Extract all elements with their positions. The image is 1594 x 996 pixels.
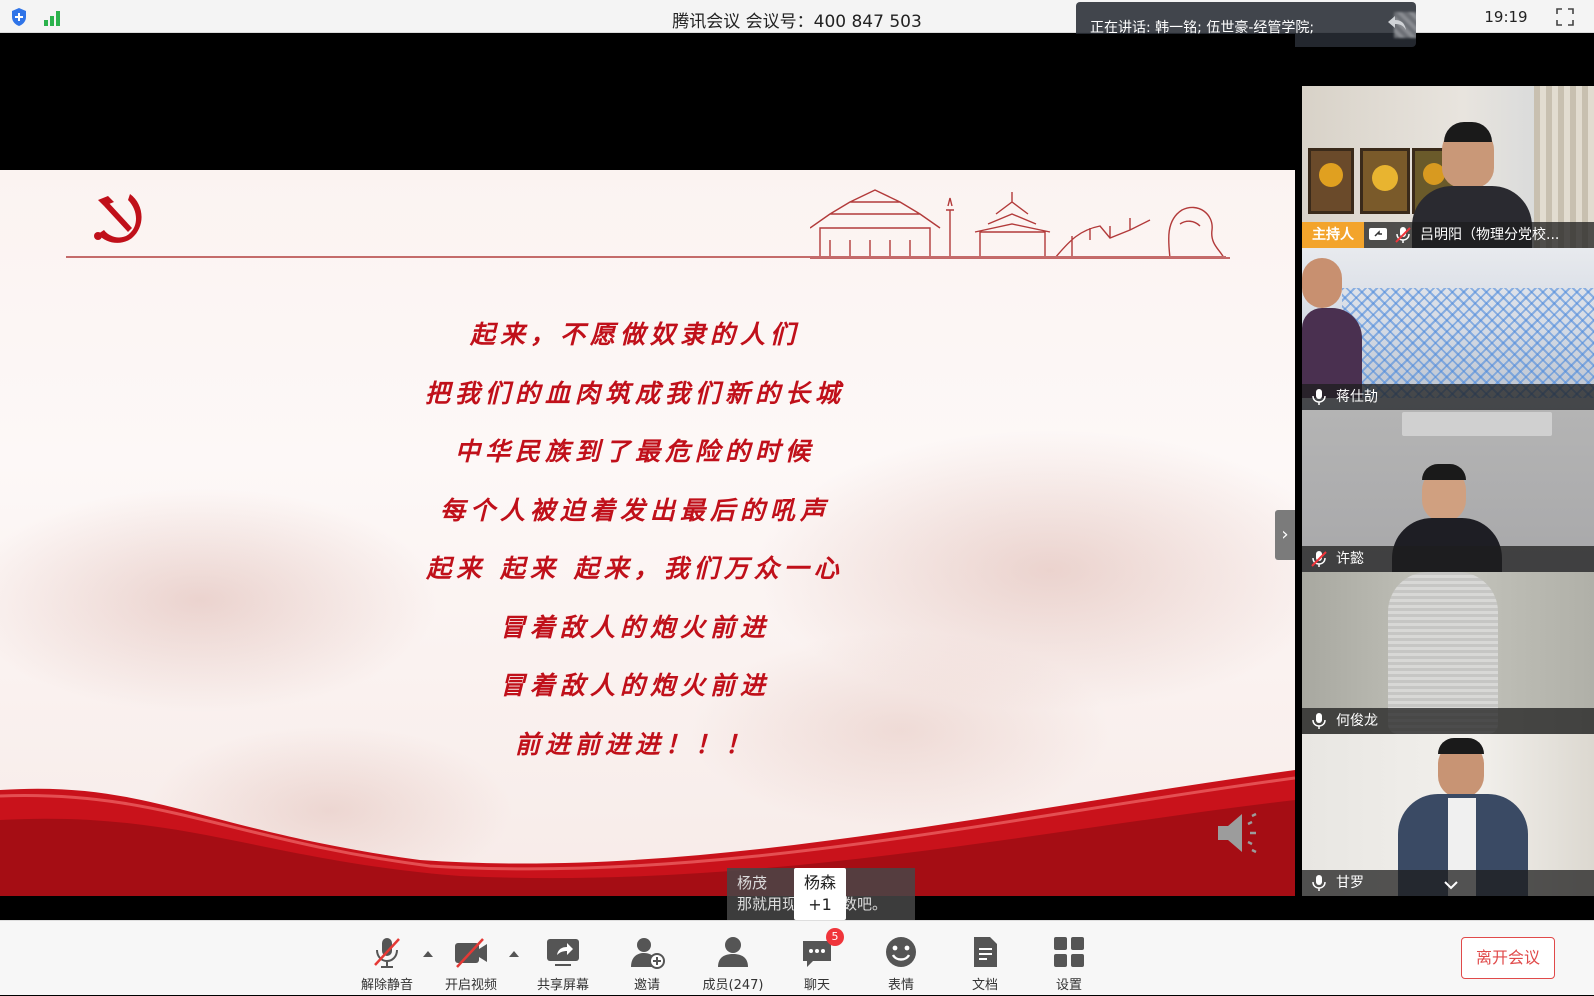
participant-hair xyxy=(1422,464,1466,480)
reply-icon[interactable] xyxy=(1385,12,1409,34)
lyric-line: 起来 起来 起来，我们万众一心 xyxy=(426,554,844,583)
landmarks-illustration xyxy=(810,189,1230,259)
lyric-line: 把我们的血肉筑成我们新的长城 xyxy=(424,378,845,408)
lyrics-block: 起来，不愿做奴隶的人们 把我们的血肉筑成我们新的长城 中华民族到了最危险的时候 … xyxy=(0,315,1270,783)
fullscreen-icon[interactable] xyxy=(1556,8,1574,26)
chat-button[interactable]: 5 聊天 xyxy=(782,921,852,996)
participant-name: 何俊龙 xyxy=(1336,713,1378,729)
settings-button[interactable]: 设置 xyxy=(1034,921,1104,996)
participant-name: 甘罗 xyxy=(1336,875,1364,891)
chat-label: 聊天 xyxy=(803,978,830,993)
lyric-line: 起来，不愿做奴隶的人们 xyxy=(469,320,800,349)
meeting-clock: 19:19 xyxy=(1484,8,1528,26)
chevron-down-icon[interactable] xyxy=(1442,876,1460,894)
lyric-line: 每个人被迫着发出最后的吼声 xyxy=(439,495,830,525)
unmute-button[interactable]: 解除静音 xyxy=(352,921,422,996)
red-ribbon-decoration xyxy=(0,770,1295,896)
caret-up-icon[interactable] xyxy=(508,949,520,959)
chat-bubble-name: 杨森 xyxy=(803,873,836,892)
start-video-button[interactable]: 开启视频 xyxy=(436,921,506,996)
video-tile[interactable]: 甘罗 xyxy=(1302,734,1594,896)
participant-name: 许懿 xyxy=(1336,551,1364,567)
members-label: 成员(247) xyxy=(702,978,764,993)
host-badge: 主持人 xyxy=(1302,222,1364,248)
chat-bubble-count: +1 xyxy=(808,895,832,914)
video-tile[interactable]: 主持人 吕明阳（物理分党校... xyxy=(1302,86,1594,248)
invite-user-icon xyxy=(631,938,665,969)
reactions-button[interactable]: 表情 xyxy=(866,921,936,996)
video-tile[interactable]: 许懿 xyxy=(1302,410,1594,572)
shared-slide: 起来，不愿做奴隶的人们 把我们的血肉筑成我们新的长城 中华民族到了最危险的时候 … xyxy=(0,170,1295,896)
invite-label: 邀请 xyxy=(633,978,660,993)
hammer-sickle-emblem xyxy=(94,194,142,243)
mic-icon xyxy=(1312,389,1326,405)
members-icon xyxy=(718,937,748,967)
mic-icon xyxy=(1312,713,1326,729)
reactions-label: 表情 xyxy=(887,978,914,993)
painting xyxy=(1360,148,1410,214)
mic-muted-icon xyxy=(374,938,400,968)
chat-unread-badge: 5 xyxy=(826,928,844,946)
share-screen-icon xyxy=(547,939,579,966)
slide-header-rule xyxy=(66,256,1226,258)
participant-name: 吕明阳（物理分党校... xyxy=(1420,227,1560,243)
meeting-toolbar: 解除静音 开启视频 共享屏幕 邀请 成员(247) 5 聊天 表情 文档 设置 … xyxy=(0,920,1594,995)
tile-nameplate: 何俊龙 xyxy=(1302,708,1594,734)
painting xyxy=(1308,148,1354,214)
share-screen-label: 共享屏幕 xyxy=(536,978,589,993)
video-gallery: 主持人 吕明阳（物理分党校... 蒋仕劼 许懿 何俊龙 甘罗 xyxy=(1302,86,1594,921)
document-icon xyxy=(974,937,997,967)
settings-label: 设置 xyxy=(1055,978,1082,993)
documents-label: 文档 xyxy=(971,978,998,993)
air-conditioner xyxy=(1402,412,1552,436)
shared-screen-stage: 起来，不愿做奴隶的人们 把我们的血肉筑成我们新的长城 中华民族到了最危险的时候 … xyxy=(0,34,1295,920)
documents-button[interactable]: 文档 xyxy=(950,921,1020,996)
lyric-line: 冒着敌人的炮火前进 xyxy=(499,612,770,642)
leave-meeting-button[interactable]: 离开会议 xyxy=(1461,937,1555,979)
tile-nameplate: 主持人 吕明阳（物理分党校... xyxy=(1302,222,1594,248)
video-tile[interactable]: 蒋仕劼 xyxy=(1302,248,1594,410)
grid-settings-icon xyxy=(1054,937,1084,967)
unmute-label: 解除静音 xyxy=(360,978,413,993)
mosquito-net xyxy=(1342,288,1594,398)
members-button[interactable]: 成员(247) xyxy=(698,921,768,996)
tile-nameplate: 许懿 xyxy=(1302,546,1594,572)
camera-off-icon xyxy=(455,938,487,968)
participant-hair xyxy=(1438,738,1484,754)
video-tile[interactable]: 何俊龙 xyxy=(1302,572,1594,734)
share-screen-button[interactable]: 共享屏幕 xyxy=(528,921,598,996)
tile-nameplate: 蒋仕劼 xyxy=(1302,384,1594,410)
lyric-line: 中华民族到了最危险的时候 xyxy=(454,437,815,466)
mic-muted-icon xyxy=(1395,227,1411,243)
mic-icon xyxy=(1312,875,1326,891)
speaker-icon[interactable] xyxy=(1214,810,1264,856)
chat-name-bubble[interactable]: 杨森 +1 xyxy=(794,868,846,928)
mic-muted-icon xyxy=(1311,551,1327,567)
smiley-icon xyxy=(886,937,916,967)
lyric-line: 冒着敌人的炮火前进 xyxy=(499,671,770,700)
participant-name: 蒋仕劼 xyxy=(1336,389,1378,405)
screen-share-icon xyxy=(1369,228,1387,240)
participant-face xyxy=(1302,258,1342,308)
start-video-label: 开启视频 xyxy=(444,978,497,993)
invite-button[interactable]: 邀请 xyxy=(612,921,682,996)
caret-up-icon[interactable] xyxy=(422,949,434,959)
next-page-arrow[interactable]: › xyxy=(1275,510,1295,560)
